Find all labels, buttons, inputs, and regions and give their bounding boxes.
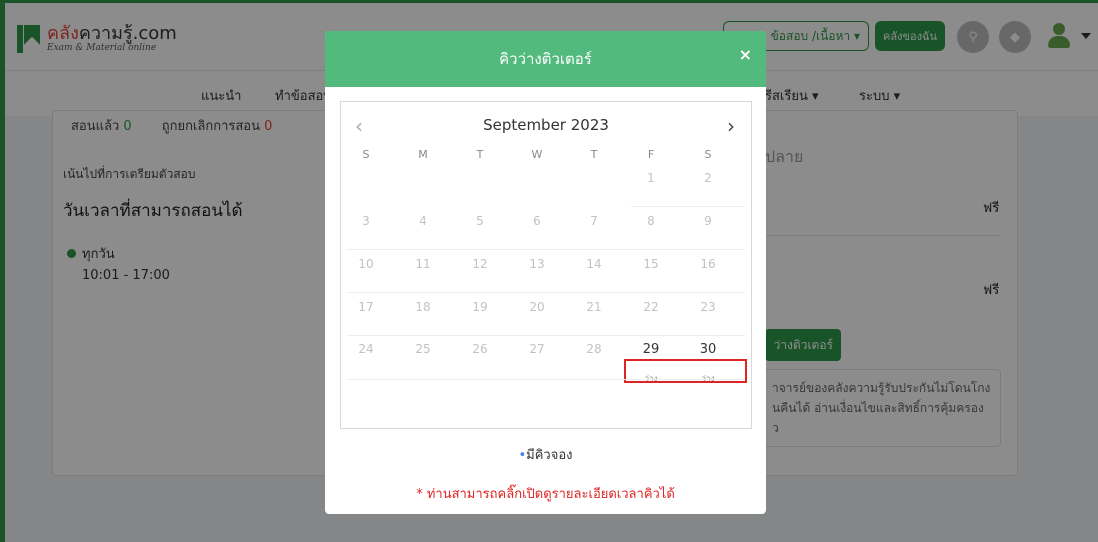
weekday-header: S (704, 148, 712, 161)
calendar-day: 19 (472, 300, 488, 314)
calendar-day: 7 (590, 214, 598, 228)
calendar-day: 25 (415, 342, 431, 356)
calendar-day: 15 (643, 257, 659, 271)
calendar-day: 20 (529, 300, 545, 314)
calendar-day: 17 (358, 300, 374, 314)
weekday-header: M (418, 148, 428, 161)
weekday-header: F (647, 148, 655, 161)
calendar-day: 8 (647, 214, 655, 228)
weekday-header: W (531, 148, 543, 161)
calendar-day: 28 (586, 342, 602, 356)
calendar-day: 12 (472, 257, 488, 271)
calendar-day: 27 (529, 342, 545, 356)
calendar-day: 26 (472, 342, 488, 356)
calendar-row-divider (347, 335, 745, 336)
calendar-day: 18 (415, 300, 431, 314)
calendar-day: 10 (358, 257, 374, 271)
tutor-availability-modal: คิวว่างติวเตอร์ × ‹ › September 2023 SMT… (325, 31, 766, 514)
calendar-day: 23 (700, 300, 716, 314)
calendar-day: 11 (415, 257, 431, 271)
calendar-day: 24 (358, 342, 374, 356)
calendar-row-divider (347, 379, 745, 380)
calendar: ‹ › September 2023 S M T W T F S 1 2 3 4 5 6 7 8 9 10 11 1… (340, 101, 752, 429)
calendar-day: 21 (586, 300, 602, 314)
calendar-day: 3 (362, 214, 370, 228)
modal-title: คิวว่างติวเตอร์ (499, 50, 592, 68)
calendar-month-title: September 2023 (483, 116, 609, 134)
calendar-day: 14 (586, 257, 602, 271)
calendar-day: 1 (647, 171, 655, 185)
calendar-day: 9 (704, 214, 712, 228)
calendar-day-available[interactable]: 30 (696, 342, 720, 357)
weekday-header: S (362, 148, 370, 161)
modal-header: คิวว่างติวเตอร์ × (325, 31, 766, 87)
calendar-day: 2 (704, 171, 712, 185)
calendar-row-divider (347, 249, 745, 250)
calendar-day: 6 (533, 214, 541, 228)
calendar-day: 13 (529, 257, 545, 271)
hint-text: * ท่านสามารถคลิ๊กเปิดดูรายละเอียดเวลาคิว… (416, 487, 675, 502)
calendar-day: 22 (643, 300, 659, 314)
calendar-day: 4 (419, 214, 427, 228)
calendar-day: 5 (476, 214, 484, 228)
calendar-row-divider (347, 292, 745, 293)
weekday-header: T (476, 148, 484, 161)
legend-dot-icon: • (518, 448, 527, 463)
calendar-day: 16 (700, 257, 716, 271)
calendar-day-available[interactable]: 29 (639, 342, 663, 357)
close-icon[interactable]: × (739, 45, 752, 64)
weekday-header: T (590, 148, 598, 161)
calendar-legend: •มีคิวจอง (518, 448, 573, 463)
calendar-row-divider (631, 206, 745, 207)
